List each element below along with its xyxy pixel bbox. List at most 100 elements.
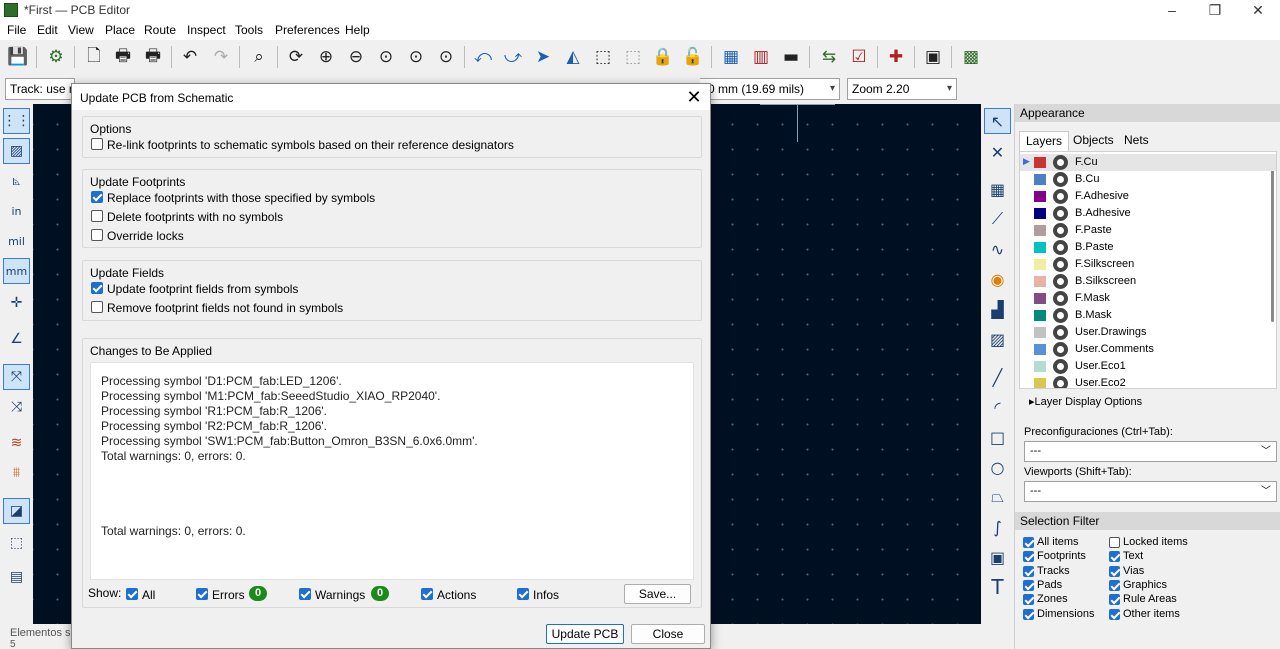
footprint-browser-icon[interactable]: ▥ bbox=[749, 45, 773, 69]
layer-row[interactable]: User.Drawings bbox=[1020, 324, 1276, 341]
redo-icon[interactable]: ↷ bbox=[209, 45, 233, 69]
add-rule-area-icon[interactable]: ▨ bbox=[984, 326, 1011, 352]
find-icon[interactable]: ⌕ bbox=[247, 45, 271, 69]
units-inch-icon[interactable]: in bbox=[3, 198, 30, 224]
update-pcb-button[interactable]: Update PCB bbox=[546, 624, 624, 644]
local-ratsnest-icon[interactable]: ✕ bbox=[984, 139, 1011, 165]
visibility-eye-icon[interactable] bbox=[1053, 257, 1068, 272]
filter-checkbox[interactable] bbox=[1109, 565, 1120, 577]
changes-log[interactable]: Processing symbol 'D1:PCM_fab:LED_1206'.… bbox=[90, 362, 694, 580]
draw-circle-icon[interactable]: ○ bbox=[984, 454, 1011, 480]
layer-row[interactable]: User.Eco1 bbox=[1020, 358, 1276, 375]
layer-color-swatch[interactable] bbox=[1034, 157, 1046, 168]
layer-color-swatch[interactable] bbox=[1034, 344, 1046, 355]
zoom-objects-icon[interactable]: ⊙ bbox=[404, 45, 428, 69]
load-footprint-icon[interactable]: ▬ bbox=[779, 45, 803, 69]
visibility-eye-icon[interactable] bbox=[1053, 325, 1068, 340]
layer-color-swatch[interactable] bbox=[1034, 327, 1046, 338]
ratsnest-icon[interactable]: ⤧ bbox=[3, 364, 30, 390]
select-icon[interactable]: ↖ bbox=[984, 108, 1011, 134]
filter-checkbox[interactable] bbox=[1023, 579, 1034, 591]
menu-place[interactable]: Place bbox=[105, 23, 135, 37]
layer-row[interactable]: F.Adhesive bbox=[1020, 188, 1276, 205]
grid-select[interactable]: 0 mm (19.69 mils) ▾ bbox=[700, 78, 840, 100]
zoom-fit-icon[interactable]: ⊙ bbox=[374, 45, 398, 69]
high-contrast-icon[interactable]: ⩩ bbox=[3, 460, 30, 486]
board-setup-icon[interactable]: ⚙ bbox=[44, 45, 68, 69]
visibility-eye-icon[interactable] bbox=[1053, 189, 1068, 204]
replace-footprints-checkbox[interactable] bbox=[91, 191, 103, 203]
filter-checkbox[interactable] bbox=[1109, 594, 1120, 606]
layer-row[interactable]: F.Paste bbox=[1020, 222, 1276, 239]
group-icon[interactable]: ⬚ bbox=[591, 45, 615, 69]
unlock-icon[interactable]: 🔓 bbox=[681, 45, 705, 69]
drc-icon[interactable]: ☑ bbox=[847, 45, 871, 69]
rotate-ccw-icon[interactable]: ⤺ bbox=[471, 45, 495, 69]
visibility-eye-icon[interactable] bbox=[1053, 376, 1068, 388]
filter-checkbox[interactable] bbox=[1023, 608, 1034, 620]
menu-help[interactable]: Help bbox=[345, 23, 370, 37]
layer-color-swatch[interactable] bbox=[1034, 174, 1046, 185]
menu-inspect[interactable]: Inspect bbox=[187, 23, 226, 37]
layer-display-options[interactable]: ▸Layer Display Options bbox=[1029, 395, 1142, 408]
close-window-button[interactable]: ✕ bbox=[1238, 0, 1278, 20]
filter-infos-checkbox[interactable] bbox=[517, 588, 529, 600]
undo-icon[interactable]: ↶ bbox=[178, 45, 202, 69]
visibility-eye-icon[interactable] bbox=[1053, 308, 1068, 323]
layer-row[interactable]: User.Comments bbox=[1020, 341, 1276, 358]
filter-checkbox[interactable] bbox=[1109, 537, 1120, 548]
tab-nets[interactable]: Nets bbox=[1118, 131, 1155, 151]
filter-checkbox[interactable] bbox=[1023, 551, 1034, 563]
layer-color-swatch[interactable] bbox=[1034, 208, 1046, 219]
delete-footprints-checkbox[interactable] bbox=[91, 210, 103, 222]
route-track-icon[interactable]: ⟋ bbox=[984, 206, 1011, 232]
filter-checkbox[interactable] bbox=[1023, 537, 1034, 548]
layer-color-swatch[interactable] bbox=[1034, 225, 1046, 236]
track-width-select[interactable]: Track: use ne bbox=[5, 78, 75, 100]
layer-color-swatch[interactable] bbox=[1034, 259, 1046, 270]
layer-color-swatch[interactable] bbox=[1034, 293, 1046, 304]
layer-color-swatch[interactable] bbox=[1034, 276, 1046, 287]
update-from-schematic-icon[interactable]: ⇆ bbox=[817, 45, 841, 69]
visibility-eye-icon[interactable] bbox=[1053, 223, 1068, 238]
layer-color-swatch[interactable] bbox=[1034, 310, 1046, 321]
filter-checkbox[interactable] bbox=[1109, 579, 1120, 591]
menu-file[interactable]: File bbox=[7, 23, 26, 37]
filter-errors-checkbox[interactable] bbox=[196, 588, 208, 600]
page-settings-icon[interactable]: 🗋 bbox=[82, 45, 106, 69]
remove-fields-checkbox[interactable] bbox=[91, 301, 103, 313]
visibility-eye-icon[interactable] bbox=[1053, 206, 1068, 221]
zoom-out-icon[interactable]: ⊖ bbox=[344, 45, 368, 69]
filter-checkbox[interactable] bbox=[1109, 608, 1120, 620]
filter-checkbox[interactable] bbox=[1023, 594, 1034, 606]
visibility-eye-icon[interactable] bbox=[1053, 155, 1068, 170]
visibility-eye-icon[interactable] bbox=[1053, 359, 1068, 374]
polar-coords-icon[interactable]: ⦝ bbox=[3, 168, 30, 194]
save-icon[interactable]: 💾 bbox=[6, 45, 30, 69]
lock-icon[interactable]: 🔒 bbox=[651, 45, 675, 69]
selection-icon[interactable]: ⬚ bbox=[3, 530, 30, 556]
add-footprint-icon[interactable]: ▦ bbox=[984, 176, 1011, 202]
angle-constraint-icon[interactable]: ∠ bbox=[3, 326, 30, 352]
menu-route[interactable]: Route bbox=[144, 23, 176, 37]
menu-preferences[interactable]: Preferences bbox=[275, 23, 340, 37]
units-mil-icon[interactable]: mil bbox=[3, 228, 30, 254]
flip-icon[interactable]: ➤ bbox=[531, 45, 555, 69]
update-fields-checkbox[interactable] bbox=[91, 282, 103, 294]
draw-line-icon[interactable]: ╱ bbox=[984, 364, 1011, 390]
zoom-select[interactable]: Zoom 2.20 ▾ bbox=[847, 78, 957, 100]
visibility-eye-icon[interactable] bbox=[1053, 342, 1068, 357]
curved-ratsnest-icon[interactable]: ⤨ bbox=[3, 394, 30, 420]
viewports-select[interactable]: --- ﹀ bbox=[1024, 481, 1277, 502]
layer-row[interactable]: B.Mask bbox=[1020, 307, 1276, 324]
add-image-icon[interactable]: ▣ bbox=[984, 544, 1011, 570]
layer-row[interactable]: B.Cu bbox=[1020, 171, 1276, 188]
add-zone-icon[interactable]: ▟ bbox=[984, 296, 1011, 322]
grid-overrides-icon[interactable]: ▨ bbox=[3, 138, 30, 164]
visibility-eye-icon[interactable] bbox=[1053, 172, 1068, 187]
filter-actions-checkbox[interactable] bbox=[421, 588, 433, 600]
tab-objects[interactable]: Objects bbox=[1067, 131, 1120, 151]
footprint-editor-icon[interactable]: ▦ bbox=[719, 45, 743, 69]
draw-polygon-icon[interactable]: ⏢ bbox=[984, 484, 1011, 510]
layer-row[interactable]: F.Mask bbox=[1020, 290, 1276, 307]
